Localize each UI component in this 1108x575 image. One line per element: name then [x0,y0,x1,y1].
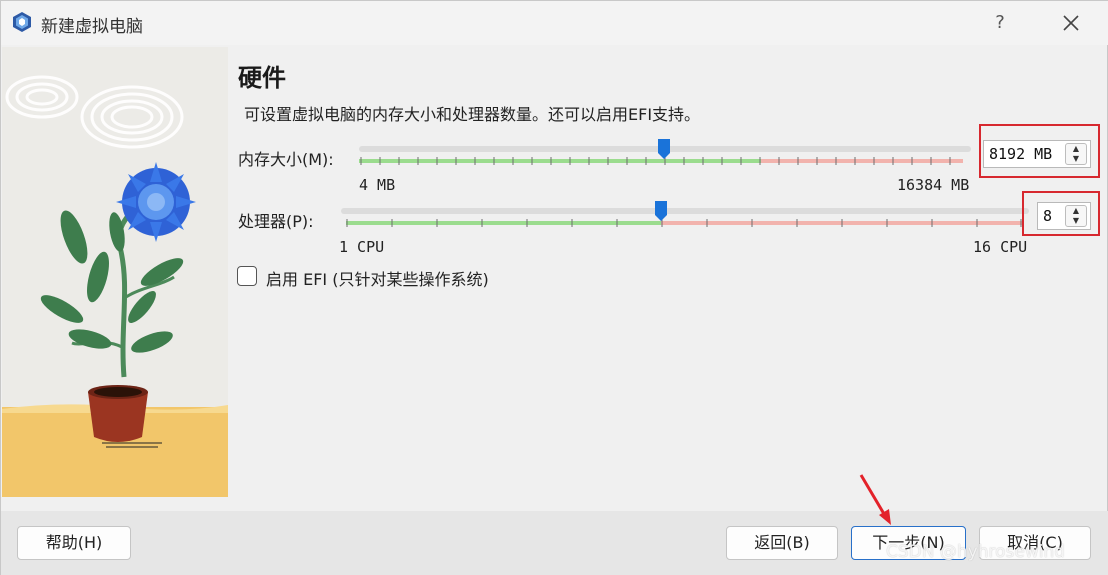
new-vm-dialog: 新建虚拟电脑 ? 硬件 可设置虚拟电脑的内存大小和处理器数量。还可以启用EFI支… [0,0,1108,575]
help-button[interactable]: 帮助(H) [17,526,131,560]
cpu-value[interactable]: 8 [1043,207,1052,225]
section-description: 可设置虚拟电脑的内存大小和处理器数量。还可以启用EFI支持。 [244,105,701,124]
chevron-up-icon[interactable]: ▲ [1066,144,1086,154]
virtualbox-icon [13,12,31,32]
cpu-label: 处理器(P): [238,212,314,231]
efi-checkbox[interactable] [237,266,257,286]
memory-slider-thumb[interactable] [658,139,670,159]
wizard-illustration [2,47,228,497]
section-title: 硬件 [238,64,286,92]
memory-value[interactable]: 8192 MB [989,145,1052,163]
title-bar: 新建虚拟电脑 ? [1,1,1108,45]
cpu-slider-groove[interactable] [341,208,1029,214]
cpu-slider-thumb[interactable] [655,201,667,221]
window-title: 新建虚拟电脑 [41,17,143,37]
chevron-down-icon[interactable]: ▼ [1066,154,1086,164]
help-question-button[interactable]: ? [985,9,1015,37]
memory-min-label: 4 MB [359,176,396,194]
flower-pot-illustration [2,47,228,497]
memory-label: 内存大小(M): [238,150,334,169]
memory-spinbox[interactable]: 8192 MB ▲ ▼ [983,140,1091,168]
memory-max-label: 16384 MB [897,176,970,194]
cpu-min-label: 1 CPU [339,238,385,256]
cpu-spinbox[interactable]: 8 ▲ ▼ [1037,202,1091,230]
cpu-slider-scale[interactable] [346,219,1022,227]
chevron-up-icon[interactable]: ▲ [1066,206,1086,216]
cancel-button[interactable]: 取消(C) [979,526,1091,560]
close-icon[interactable] [1053,7,1089,39]
dialog-footer: 帮助(H) 返回(B) 下一步(N) 取消(C) [1,511,1108,575]
chevron-down-icon[interactable]: ▼ [1066,216,1086,226]
memory-spin-arrows[interactable]: ▲ ▼ [1065,143,1087,165]
cpu-spin-arrows[interactable]: ▲ ▼ [1065,205,1087,227]
cpu-max-label: 16 CPU [973,238,1028,256]
efi-checkbox-label[interactable]: 启用 EFI (只针对某些操作系统) [266,266,489,290]
next-button[interactable]: 下一步(N) [851,526,966,560]
back-button[interactable]: 返回(B) [726,526,838,560]
